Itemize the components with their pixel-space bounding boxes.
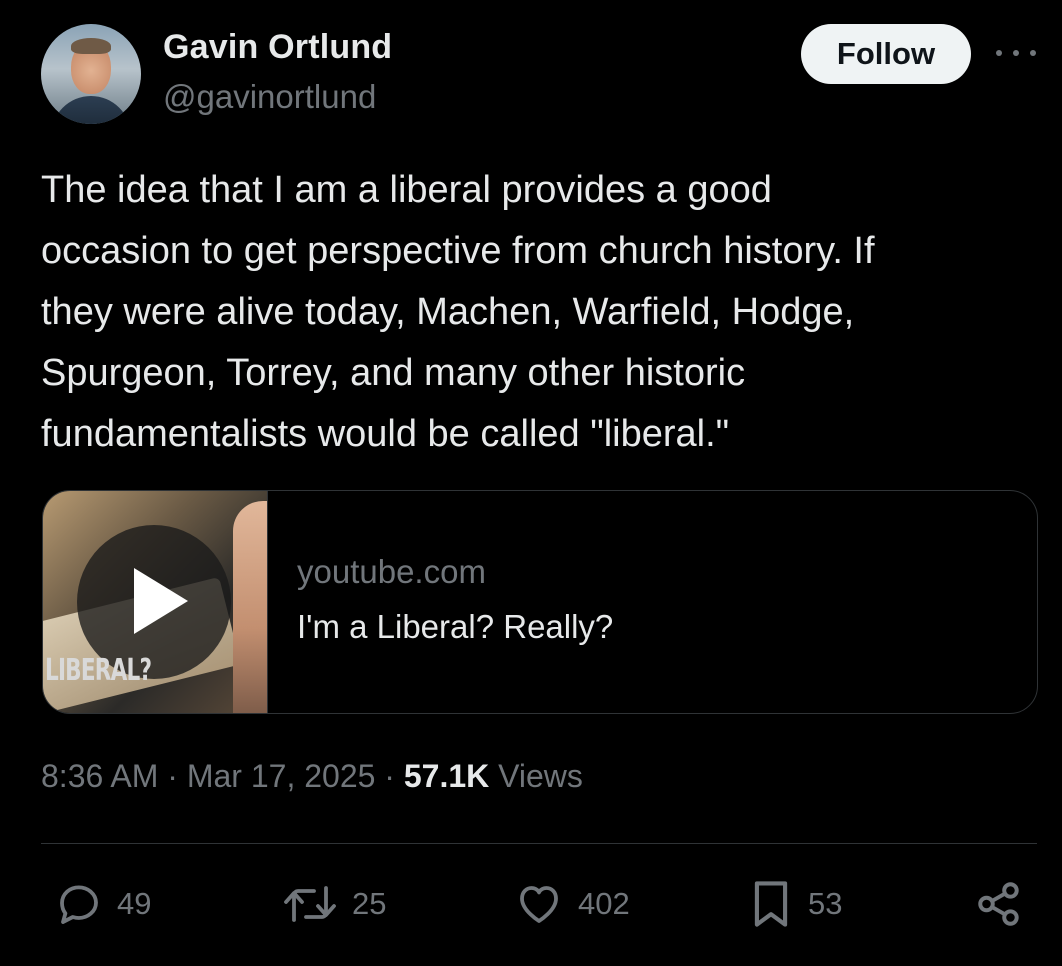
repost-icon <box>284 886 336 922</box>
follow-button[interactable]: Follow <box>801 24 971 84</box>
repost-button[interactable]: 25 <box>282 876 386 932</box>
like-count: 402 <box>578 886 630 921</box>
author-handle[interactable]: @gavinortlund <box>163 78 376 116</box>
share-button[interactable] <box>974 876 1024 932</box>
thumbnail-person <box>233 501 267 713</box>
tweet-time[interactable]: 8:36 AM <box>41 758 158 794</box>
meta-separator: · <box>158 758 187 794</box>
share-icon <box>978 882 1019 926</box>
tweet-date[interactable]: Mar 17, 2025 <box>187 758 376 794</box>
card-domain: youtube.com <box>297 553 486 590</box>
views-label: Views <box>489 758 583 794</box>
link-preview-card[interactable]: LIBERAL? youtube.com I'm a Liberal? Real… <box>42 490 1038 714</box>
heart-icon <box>520 886 558 923</box>
bookmark-button[interactable]: 53 <box>748 876 842 932</box>
avatar-hair <box>71 38 111 54</box>
tweet-meta: 8:36 AM · Mar 17, 2025 · 57.1K Views <box>41 758 583 795</box>
reply-button[interactable]: 49 <box>55 876 151 932</box>
bookmark-count: 53 <box>808 886 843 921</box>
more-options-icon[interactable] <box>996 38 1036 68</box>
thumbnail-caption: LIBERAL? <box>45 653 152 688</box>
video-thumbnail[interactable]: LIBERAL? <box>43 491 268 713</box>
play-icon[interactable] <box>134 568 188 634</box>
bookmark-icon <box>754 881 788 927</box>
author-avatar[interactable] <box>41 24 141 124</box>
meta-separator: · <box>375 758 404 794</box>
repost-count: 25 <box>352 886 387 921</box>
reply-count: 49 <box>117 886 152 921</box>
divider <box>41 843 1037 844</box>
author-name[interactable]: Gavin Ortlund <box>163 28 392 67</box>
card-title: I'm a Liberal? Really? <box>297 608 614 645</box>
views-count: 57.1K <box>403 758 490 794</box>
tweet-text: The idea that I am a liberal provides a … <box>41 169 875 455</box>
reply-icon <box>60 885 98 924</box>
like-button[interactable]: 402 <box>514 876 630 932</box>
